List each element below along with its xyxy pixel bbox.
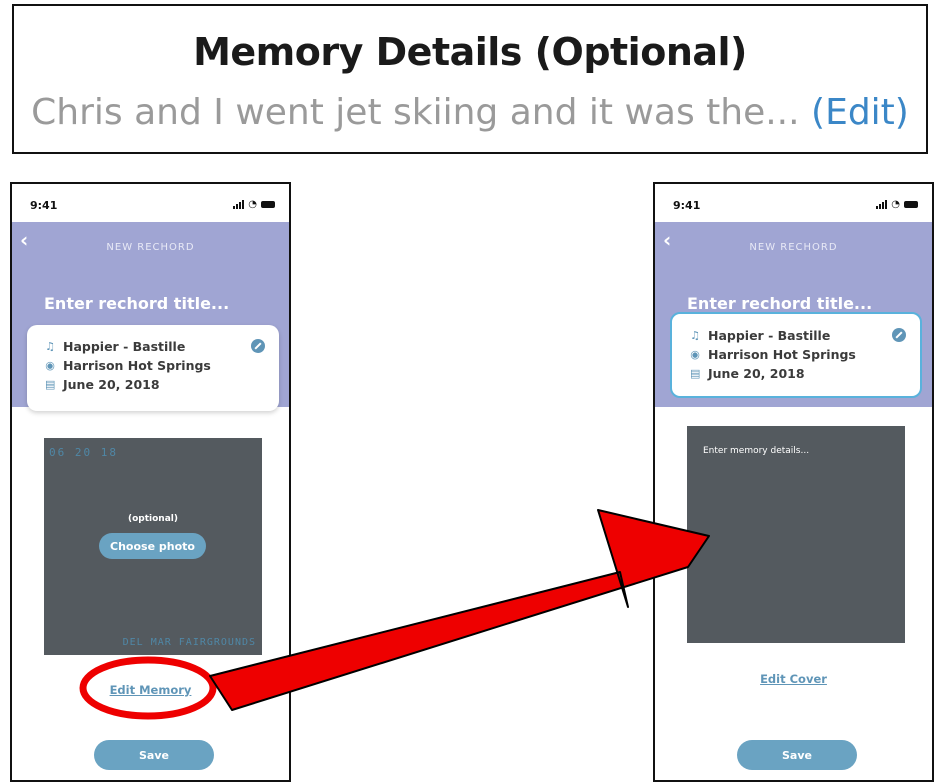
memory-placeholder: Enter memory details... xyxy=(703,446,810,456)
song-row: ♫ Happier - Bastille xyxy=(690,328,830,343)
location-row: ◉ Harrison Hot Springs xyxy=(45,358,211,373)
date-label: June 20, 2018 xyxy=(708,366,805,381)
status-time: 9:41 xyxy=(30,199,58,212)
cover-location-stamp: DEL MAR FAIRGROUNDS xyxy=(122,637,256,648)
status-bar: 9:41 ◔ xyxy=(655,184,932,222)
save-button[interactable]: Save xyxy=(94,740,214,770)
calendar-icon: ▤ xyxy=(690,367,701,380)
status-icons: ◔ xyxy=(876,199,918,210)
phone-screen-before: 9:41 ◔ ‹ NEW RECHORD Enter rechord title… xyxy=(10,182,291,782)
location-pin-icon: ◉ xyxy=(45,359,55,372)
rechord-info-card[interactable]: ♫ Happier - Bastille ◉ Harrison Hot Spri… xyxy=(27,325,279,411)
status-time: 9:41 xyxy=(673,199,701,212)
memory-details-callout: Memory Details (Optional) Chris and I we… xyxy=(12,4,928,154)
date-label: June 20, 2018 xyxy=(63,377,160,392)
music-note-icon: ♫ xyxy=(690,329,700,342)
memory-details-textarea[interactable]: Enter memory details... xyxy=(687,426,905,643)
edit-memory-link[interactable]: Edit Memory xyxy=(12,683,289,697)
status-bar: 9:41 ◔ xyxy=(12,184,289,222)
date-row: ▤ June 20, 2018 xyxy=(45,377,160,392)
memory-preview-text: Chris and I went jet skiing and it was t… xyxy=(31,92,800,133)
wifi-icon: ◔ xyxy=(248,199,257,210)
calendar-icon: ▤ xyxy=(45,378,56,391)
battery-icon xyxy=(904,201,918,208)
signal-icon xyxy=(233,200,245,209)
rechord-info-card[interactable]: ♫ Happier - Bastille ◉ Harrison Hot Spri… xyxy=(670,312,922,398)
choose-photo-button[interactable]: Choose photo xyxy=(99,533,206,559)
location-label: Harrison Hot Springs xyxy=(63,358,211,373)
location-row: ◉ Harrison Hot Springs xyxy=(690,347,856,362)
edit-pencil-icon[interactable] xyxy=(892,328,906,342)
location-label: Harrison Hot Springs xyxy=(708,347,856,362)
music-note-icon: ♫ xyxy=(45,340,55,353)
location-pin-icon: ◉ xyxy=(690,348,700,361)
rechord-title-input[interactable]: Enter rechord title... xyxy=(687,294,872,313)
save-button[interactable]: Save xyxy=(737,740,857,770)
song-row: ♫ Happier - Bastille xyxy=(45,339,185,354)
wifi-icon: ◔ xyxy=(891,199,900,210)
battery-icon xyxy=(261,201,275,208)
edit-cover-link[interactable]: Edit Cover xyxy=(655,672,932,686)
edit-pencil-icon[interactable] xyxy=(251,339,265,353)
song-label: Happier - Bastille xyxy=(63,339,186,354)
nav-title: NEW RECHORD xyxy=(106,242,195,253)
nav-title: NEW RECHORD xyxy=(749,242,838,253)
optional-label: (optional) xyxy=(128,514,178,524)
date-row: ▤ June 20, 2018 xyxy=(690,366,805,381)
callout-title: Memory Details (Optional) xyxy=(193,30,747,74)
phone-screen-after: 9:41 ◔ ‹ NEW RECHORD Enter rechord title… xyxy=(653,182,934,782)
rechord-title-input[interactable]: Enter rechord title... xyxy=(44,294,229,313)
status-icons: ◔ xyxy=(233,199,275,210)
callout-body: Chris and I went jet skiing and it was t… xyxy=(14,92,926,133)
cover-photo-area: 06 20 18 (optional) Choose photo DEL MAR… xyxy=(44,438,262,655)
signal-icon xyxy=(876,200,888,209)
song-label: Happier - Bastille xyxy=(708,328,831,343)
cover-date-stamp: 06 20 18 xyxy=(49,446,118,459)
callout-edit-link[interactable]: (Edit) xyxy=(811,92,909,133)
